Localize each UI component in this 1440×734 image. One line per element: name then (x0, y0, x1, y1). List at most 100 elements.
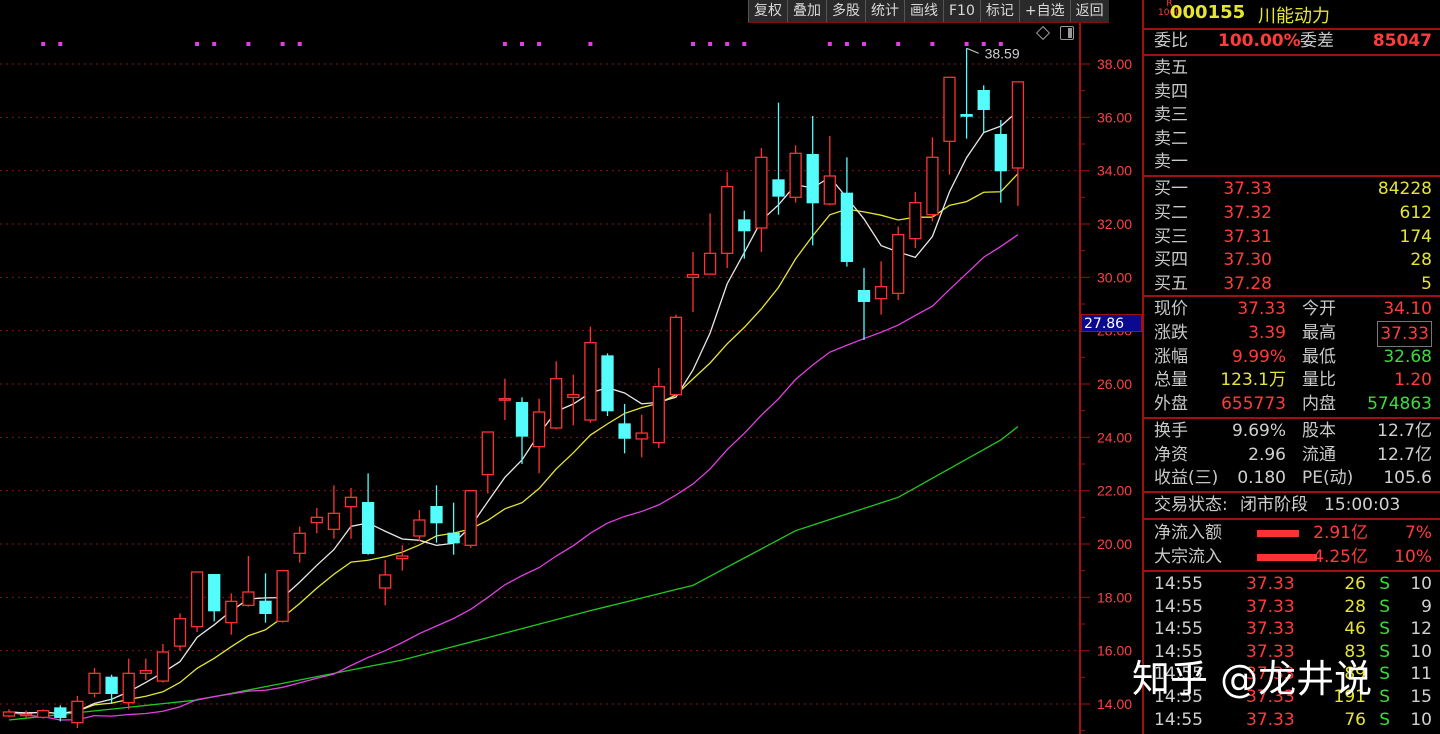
fundamental-value: 12.7亿 (1377, 421, 1432, 441)
ask-row: 卖四 (1154, 80, 1432, 104)
candle-body (943, 76, 956, 142)
tick-time: 14:55 (1154, 709, 1203, 730)
candle (464, 490, 477, 548)
candle (635, 414, 648, 458)
high-price-label: 38.59 (985, 45, 1020, 61)
candle (686, 251, 700, 312)
signal-marker (195, 42, 200, 46)
statistics-button[interactable]: 统计 (865, 0, 904, 22)
candle-body (361, 502, 375, 554)
candle (19, 710, 33, 718)
candle-body (635, 432, 648, 440)
quote-label: 最低 (1302, 346, 1336, 367)
ask-label: 卖二 (1154, 128, 1188, 149)
fundamental-row: 换手 9.69% 股本 12.7亿 (1154, 419, 1432, 443)
flow-percent: 10% (1394, 547, 1432, 567)
candle (293, 526, 306, 563)
ask-row: 卖五 (1154, 56, 1432, 80)
candle (1011, 81, 1025, 206)
bid-row[interactable]: 买五 37.28 5 (1154, 272, 1432, 296)
tick-list: 14:55 37.33 26 S 10 14:55 37.33 28 S 9 14:55 37.33 4… (1144, 572, 1440, 734)
bid-section: 买一 37.33 84228 买二 37.32 612 买三 37.31 174 买四 37.30 2… (1144, 177, 1440, 297)
overlay-button[interactable]: 叠加 (787, 0, 826, 22)
candle (276, 570, 289, 623)
commission-ratio: 100.00% (1218, 31, 1301, 51)
restore-rights-button[interactable]: 复权 (748, 0, 787, 22)
candle-body (584, 342, 597, 421)
tick-time: 14:55 (1154, 641, 1203, 662)
bid-row[interactable]: 买二 37.32 612 (1154, 201, 1432, 225)
tick-price: 37.33 (1246, 709, 1295, 730)
signal-marker (58, 42, 63, 46)
ask-label: 卖四 (1154, 81, 1188, 102)
bid-volume: 174 (1399, 226, 1432, 247)
tick-side: S (1379, 619, 1390, 640)
bid-price: 37.30 (1223, 250, 1272, 271)
bid-price: 37.31 (1223, 226, 1272, 247)
candle (208, 574, 221, 622)
candle-body (447, 532, 460, 544)
candle-body (88, 672, 101, 694)
flow-amount: 4.25亿 (1313, 547, 1368, 567)
candle-body (703, 252, 717, 275)
candle-body (344, 496, 358, 508)
candlestick-chart[interactable]: 14.0016.0018.0020.0022.0024.0026.0028.00… (0, 0, 1142, 734)
trade-status-section: 交易状态: 闭市阶段 15:00:03 (1144, 493, 1440, 520)
multi-stock-button[interactable]: 多股 (826, 0, 865, 22)
quote-label: 外盘 (1154, 394, 1188, 415)
bid-row[interactable]: 买四 37.30 28 (1154, 248, 1432, 272)
tick-volume: 28 (1344, 596, 1366, 617)
fundamental-label: 流通 (1302, 444, 1336, 465)
stock-name: 川能动力 (1258, 6, 1330, 27)
panel-toggle-icon[interactable] (1060, 26, 1074, 40)
candle (892, 226, 905, 300)
candle-body (532, 411, 546, 448)
bid-volume: 5 (1421, 274, 1432, 295)
tick-side: S (1379, 596, 1390, 617)
candle (379, 559, 392, 606)
candle (242, 555, 255, 607)
fundamental-value: 12.7亿 (1377, 444, 1432, 465)
quote-value: 123.1万 (1220, 370, 1286, 391)
flow-label: 净流入额 (1154, 523, 1222, 543)
tick-volume: 76 (1344, 709, 1366, 730)
back-button[interactable]: 返回 (1069, 0, 1109, 22)
candle (823, 135, 836, 206)
signal-marker (708, 42, 713, 46)
stock-code: 000155 (1170, 2, 1246, 23)
trade-status-label: 交易状态: (1154, 495, 1228, 515)
candle (481, 431, 494, 494)
tick-count: 9 (1421, 596, 1432, 617)
signal-marker (691, 42, 695, 46)
bid-row[interactable]: 买三 37.31 174 (1154, 225, 1432, 249)
candle-body (601, 355, 614, 412)
bid-row[interactable]: 买一 37.33 84228 (1154, 177, 1432, 201)
candle-body (515, 402, 529, 437)
tick-volume: 191 (1333, 687, 1366, 707)
candle (669, 314, 683, 396)
flow-section: 净流入额 2.91亿 7% 大宗流入 4.25亿 10% (1144, 520, 1440, 572)
candle-body (755, 156, 768, 229)
toolbar: 复权 叠加 多股 统计 画线 F10 标记 +自选 返回 (748, 0, 1109, 23)
candle-body (960, 114, 973, 117)
tick-row: 14:55 37.33 76 S 10 (1154, 708, 1432, 732)
y-tick-label: 16.00 (1097, 643, 1132, 659)
candle-body (892, 234, 905, 294)
fundamental-row: 净资 2.96 流通 12.7亿 (1154, 443, 1432, 467)
add-watchlist-button[interactable]: +自选 (1018, 0, 1070, 22)
trade-status-time: 15:00:03 (1324, 495, 1401, 515)
candle (909, 191, 922, 248)
mark-button[interactable]: 标记 (979, 0, 1019, 22)
f10-button[interactable]: F10 (943, 0, 980, 22)
tick-price: 37.33 (1246, 687, 1295, 707)
quote-row: 涨跌 3.39 最高 37.33 (1154, 320, 1432, 347)
ma5-line (8, 110, 1019, 715)
quote-label: 最高 (1302, 322, 1336, 343)
tick-count: 10 (1410, 641, 1432, 662)
fundamental-value: 2.96 (1248, 444, 1286, 465)
draw-line-button[interactable]: 画线 (904, 0, 943, 22)
quote-row: 外盘 655773 内盘 574863 (1154, 392, 1432, 416)
candle-body (242, 591, 255, 606)
tick-count: 15 (1410, 687, 1432, 707)
quote-value: 37.33 (1237, 299, 1286, 319)
